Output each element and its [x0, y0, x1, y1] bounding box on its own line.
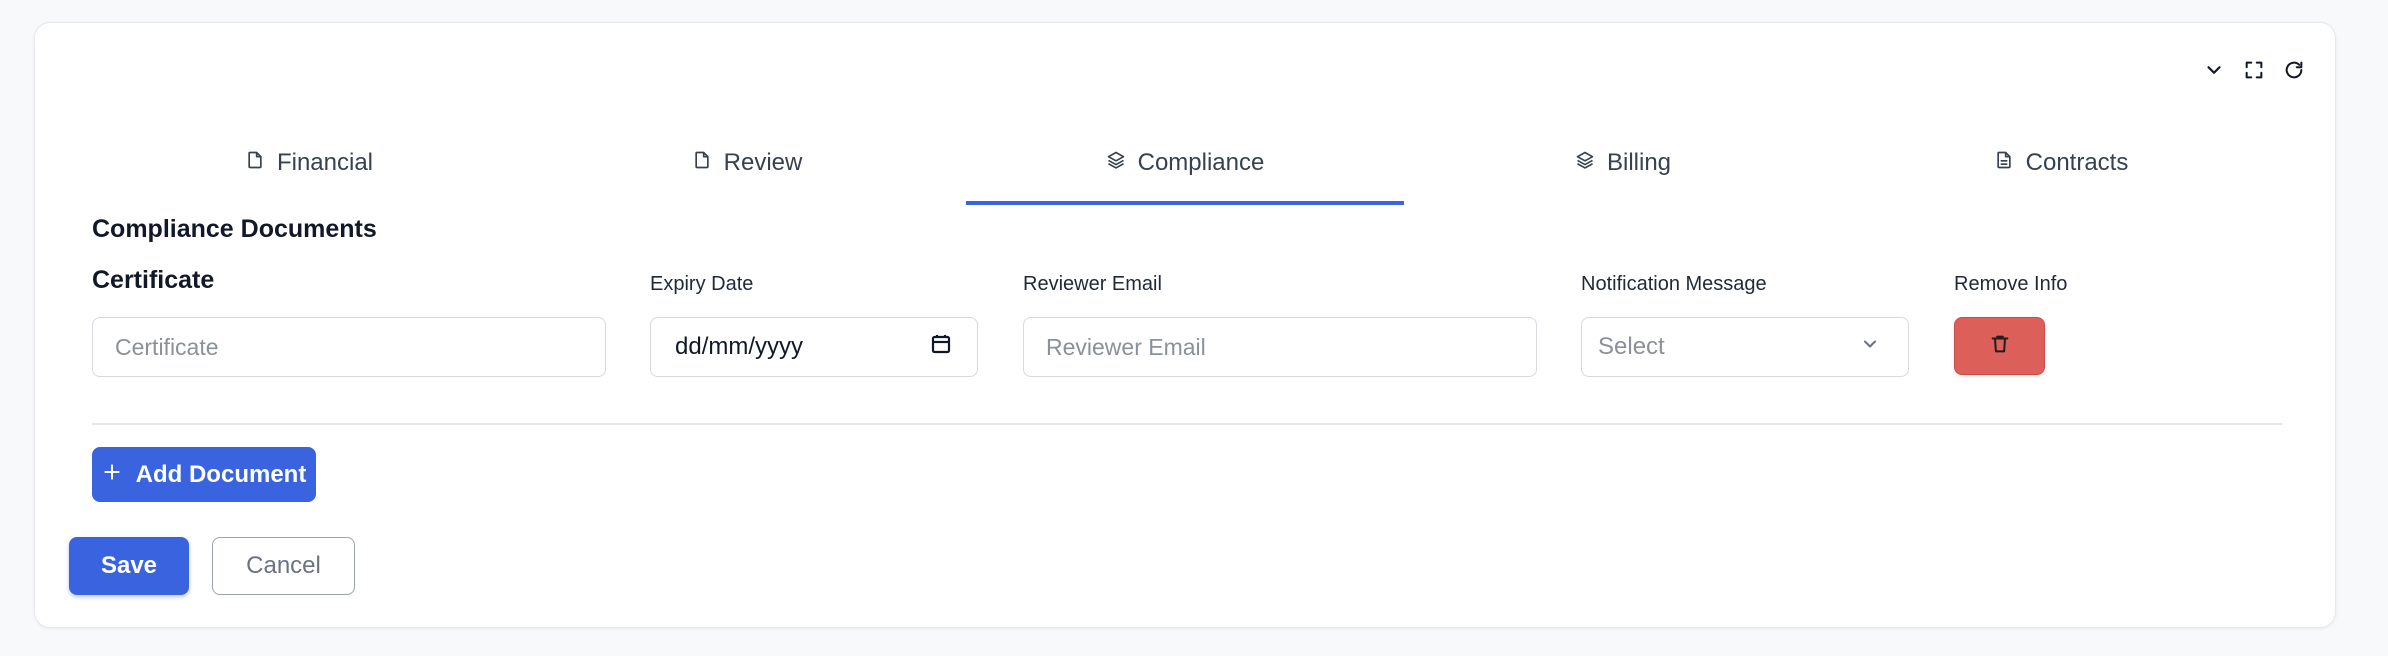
certificate-label: Certificate — [92, 266, 215, 294]
reviewer-email-input[interactable] — [1023, 317, 1537, 377]
expiry-date-value: dd/mm/yyyy — [675, 333, 804, 360]
calendar-icon[interactable] — [929, 332, 953, 363]
notification-message-select[interactable]: Select — [1581, 317, 1909, 377]
collapse-chevron-icon[interactable] — [2203, 59, 2225, 81]
remove-info-label: Remove Info — [1954, 273, 2068, 295]
compliance-card: Financial Review Compliance Billing Cont… — [34, 22, 2336, 628]
add-document-label: Add Document — [135, 460, 307, 488]
fullscreen-icon[interactable] — [2243, 59, 2265, 81]
notification-message-label: Notification Message — [1581, 273, 1767, 295]
file-icon — [245, 149, 265, 177]
tab-compliance[interactable]: Compliance — [966, 131, 1404, 205]
refresh-icon[interactable] — [2283, 59, 2305, 81]
add-document-button[interactable]: Add Document — [92, 447, 316, 502]
tab-bar: Financial Review Compliance Billing Cont… — [90, 131, 2280, 205]
tab-label: Review — [723, 149, 803, 176]
document-icon — [1994, 149, 2014, 177]
trash-icon — [1989, 333, 2011, 360]
remove-document-button[interactable] — [1954, 317, 2045, 375]
plus-icon — [102, 461, 122, 489]
divider — [92, 423, 2282, 425]
save-button[interactable]: Save — [69, 537, 189, 595]
file-icon — [692, 149, 712, 177]
expiry-date-label: Expiry Date — [650, 273, 754, 295]
window-controls — [2203, 59, 2305, 81]
layers-icon — [1575, 149, 1595, 177]
tab-label: Compliance — [1137, 149, 1265, 176]
tab-contracts[interactable]: Contracts — [1842, 131, 2280, 205]
expiry-date-input[interactable]: dd/mm/yyyy — [650, 317, 978, 377]
tab-label: Financial — [276, 149, 374, 176]
cancel-button[interactable]: Cancel — [212, 537, 355, 595]
section-title: Compliance Documents — [92, 215, 377, 243]
tab-label: Contracts — [2025, 149, 2129, 176]
reviewer-email-label: Reviewer Email — [1023, 273, 1162, 295]
chevron-down-icon — [1860, 333, 1880, 361]
select-value: Select — [1598, 333, 1665, 360]
certificate-input[interactable] — [92, 317, 606, 377]
tab-review[interactable]: Review — [528, 131, 966, 205]
layers-icon — [1106, 149, 1126, 177]
tab-billing[interactable]: Billing — [1404, 131, 1842, 205]
tab-label: Billing — [1606, 149, 1672, 176]
tab-financial[interactable]: Financial — [90, 131, 528, 205]
